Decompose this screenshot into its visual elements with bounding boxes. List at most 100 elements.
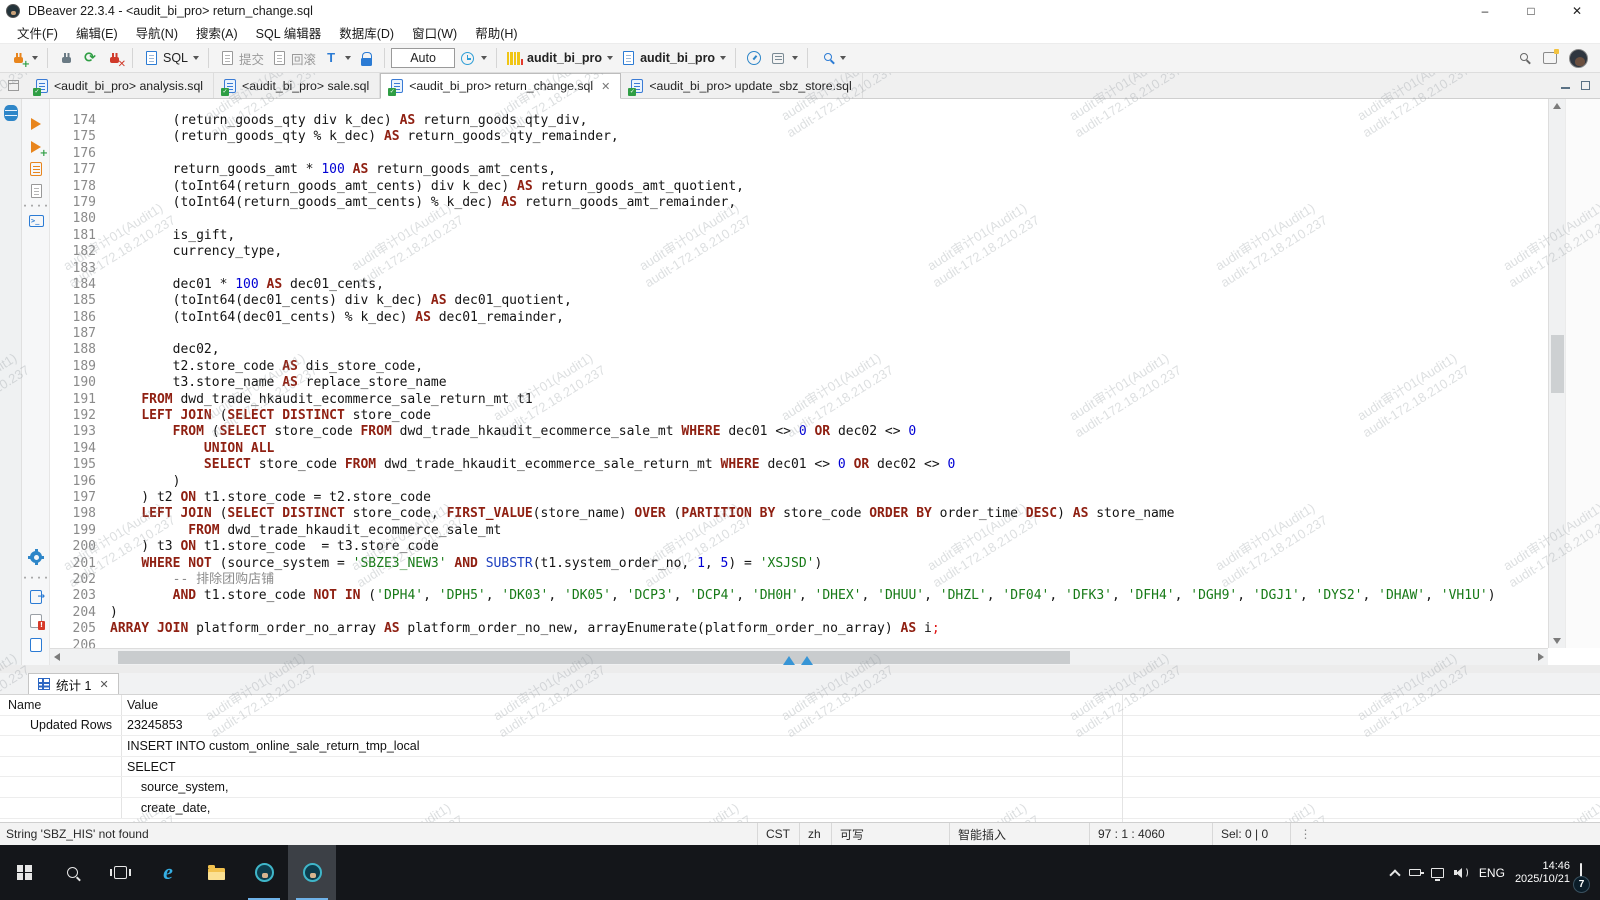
- open-perspective-button[interactable]: [1541, 49, 1559, 67]
- reconnect-button[interactable]: ⟳: [78, 47, 102, 69]
- toolbar-right-group: [1513, 49, 1600, 68]
- chevron-down-icon[interactable]: [481, 56, 487, 60]
- status-caret-position[interactable]: 97 : 1 : 4060: [1089, 823, 1212, 845]
- toolbar-drag-handle[interactable]: [27, 570, 45, 588]
- scroll-down-arrow[interactable]: [1553, 638, 1561, 644]
- rollback-button[interactable]: 回滚: [267, 47, 319, 70]
- vertical-scroll-thumb[interactable]: [1551, 335, 1564, 393]
- transaction-history-button[interactable]: [455, 47, 490, 69]
- column-header-name[interactable]: Name: [0, 695, 122, 715]
- editor-tab[interactable]: <audit_bi_pro> analysis.sql: [26, 73, 214, 98]
- menu-item[interactable]: 搜索(A): [187, 21, 247, 44]
- validate-script-button[interactable]: [27, 612, 45, 630]
- quick-search-button[interactable]: [1513, 49, 1531, 67]
- statistics-tab[interactable]: 统计 1 ✕: [28, 673, 119, 694]
- new-connection-button[interactable]: +: [6, 47, 41, 69]
- editor-tab[interactable]: <audit_bi_pro> return_change.sql✕: [380, 73, 621, 99]
- status-insert-mode[interactable]: 智能插入: [949, 823, 1089, 845]
- result-row[interactable]: source_system,: [0, 777, 1600, 798]
- result-row[interactable]: create_date,: [0, 798, 1600, 819]
- network-tray-icon[interactable]: [1431, 868, 1444, 878]
- taskbar-clock[interactable]: 14:46 2025/10/21: [1515, 860, 1570, 886]
- code-line: 174 (return_goods_qty div k_dec) AS retu…: [50, 113, 1548, 129]
- export-data-button[interactable]: [27, 588, 45, 606]
- user-avatar[interactable]: [1569, 49, 1588, 68]
- open-sql-console-button[interactable]: [27, 212, 45, 230]
- splitter-up-arrow-icon[interactable]: [801, 656, 813, 665]
- vertical-scrollbar[interactable]: [1548, 99, 1565, 648]
- sql-editor-button[interactable]: SQL: [139, 47, 202, 69]
- horizontal-scroll-thumb[interactable]: [118, 651, 1070, 664]
- line-number: 178: [50, 179, 96, 195]
- menu-item[interactable]: 数据库(D): [330, 21, 403, 44]
- editor-tab[interactable]: <audit_bi_pro> update_sbz_store.sql: [621, 73, 862, 98]
- lock-button[interactable]: [354, 47, 378, 69]
- tab-close-icon[interactable]: ✕: [601, 80, 610, 93]
- scroll-right-arrow[interactable]: [1538, 653, 1544, 661]
- commit-button[interactable]: 提交: [215, 47, 267, 70]
- editor-settings-button[interactable]: [27, 548, 45, 566]
- server-tools-button[interactable]: [766, 47, 801, 69]
- menu-item[interactable]: SQL 编辑器: [247, 21, 331, 44]
- menu-item[interactable]: 窗口(W): [403, 21, 466, 44]
- result-row[interactable]: INSERT INTO custom_online_sale_return_tm…: [0, 736, 1600, 757]
- status-overflow-icon[interactable]: ⋮: [1290, 823, 1320, 845]
- file-explorer-button[interactable]: [192, 845, 240, 900]
- dashboard-button[interactable]: [742, 47, 766, 69]
- connect-button[interactable]: [54, 47, 78, 69]
- transaction-log-button[interactable]: [319, 47, 354, 69]
- column-header-value[interactable]: Value: [122, 698, 1600, 712]
- scroll-left-arrow[interactable]: [54, 653, 60, 661]
- sql-code-editor[interactable]: 174 (return_goods_qty div k_dec) AS retu…: [50, 99, 1548, 648]
- chevron-down-icon[interactable]: [840, 56, 846, 60]
- execute-statement-button[interactable]: [27, 115, 45, 133]
- database-selector[interactable]: audit_bi_pro: [503, 47, 616, 69]
- maximize-button[interactable]: □: [1508, 0, 1554, 22]
- database-navigator-icon[interactable]: [4, 105, 18, 121]
- menu-item[interactable]: 导航(N): [127, 21, 187, 44]
- code-text: currency_type,: [96, 244, 282, 259]
- dbeaver-taskbar-button-active[interactable]: [288, 845, 336, 900]
- menu-item[interactable]: 编辑(E): [67, 21, 127, 44]
- scroll-up-arrow[interactable]: [1553, 103, 1561, 109]
- maximize-view-icon[interactable]: [1581, 81, 1590, 90]
- input-language[interactable]: ENG: [1479, 866, 1505, 880]
- line-number: 184: [50, 277, 96, 293]
- commit-mode-selector[interactable]: Auto: [391, 48, 455, 68]
- start-button[interactable]: [0, 845, 48, 900]
- chevron-down-icon[interactable]: [193, 56, 199, 60]
- result-row[interactable]: SELECT: [0, 757, 1600, 778]
- document-button[interactable]: [27, 636, 45, 654]
- disconnect-button[interactable]: ✕: [102, 47, 126, 69]
- execute-script-button[interactable]: [27, 160, 45, 178]
- chevron-down-icon[interactable]: [32, 56, 38, 60]
- close-button[interactable]: ✕: [1554, 0, 1600, 22]
- view-menu-button[interactable]: [0, 73, 26, 98]
- taskbar-search-button[interactable]: [48, 845, 96, 900]
- panel-splitter[interactable]: [0, 665, 1600, 673]
- tab-close-icon[interactable]: ✕: [99, 678, 108, 691]
- volume-tray-icon[interactable]: [1454, 867, 1469, 879]
- result-row[interactable]: Updated Rows23245853: [0, 716, 1600, 737]
- chevron-down-icon[interactable]: [607, 56, 613, 60]
- horizontal-scrollbar[interactable]: [50, 648, 1548, 665]
- execute-new-tab-button[interactable]: +: [27, 138, 45, 156]
- usb-tray-icon[interactable]: [1409, 869, 1421, 876]
- splitter-up-arrow-icon[interactable]: [783, 656, 795, 665]
- editor-tab[interactable]: <audit_bi_pro> sale.sql: [214, 73, 380, 98]
- minimize-button[interactable]: –: [1462, 0, 1508, 22]
- menu-item[interactable]: 帮助(H): [466, 21, 526, 44]
- menu-item[interactable]: 文件(F): [8, 21, 67, 44]
- minimize-view-icon[interactable]: [1561, 81, 1571, 91]
- action-center-button[interactable]: 7: [1580, 864, 1582, 882]
- chevron-down-icon[interactable]: [792, 56, 798, 60]
- chevron-down-icon[interactable]: [345, 56, 351, 60]
- internet-explorer-button[interactable]: [144, 845, 192, 900]
- chevron-down-icon[interactable]: [720, 56, 726, 60]
- tray-expand-icon[interactable]: [1389, 869, 1400, 880]
- task-view-button[interactable]: [96, 845, 144, 900]
- status-writable[interactable]: 可写: [831, 823, 949, 845]
- schema-selector[interactable]: audit_bi_pro: [616, 47, 729, 69]
- search-metadata-button[interactable]: [814, 47, 849, 69]
- dbeaver-taskbar-button[interactable]: [240, 845, 288, 900]
